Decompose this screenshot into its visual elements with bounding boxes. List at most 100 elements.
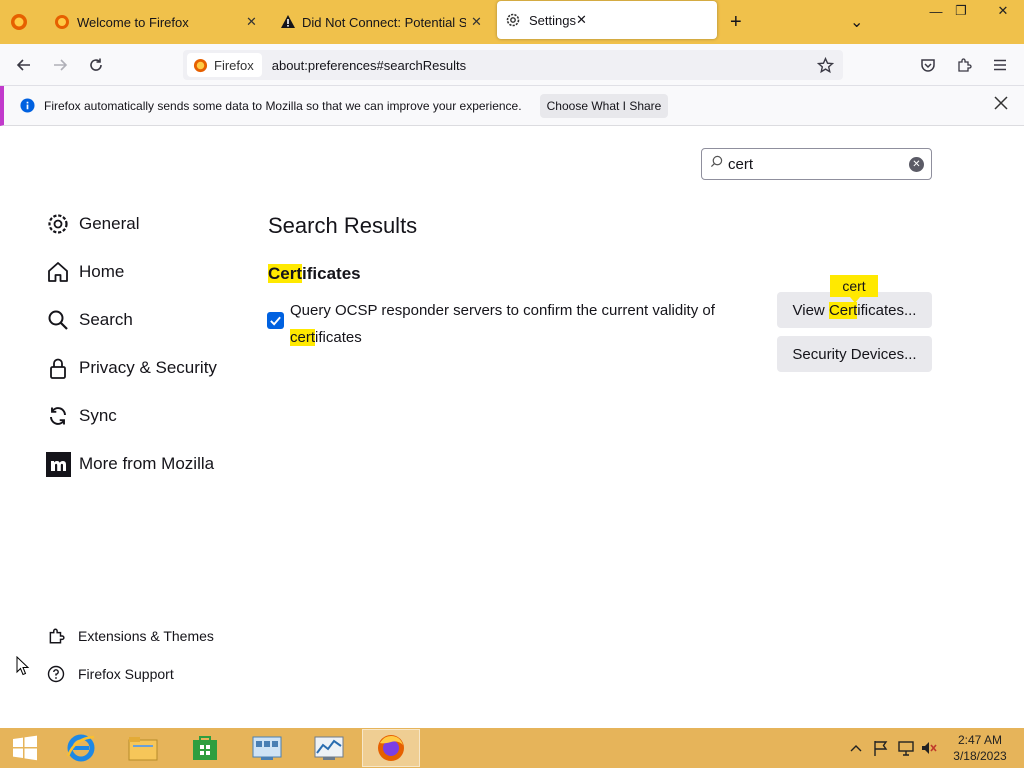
- warning-icon: [281, 15, 295, 28]
- search-highlight: Cert: [828, 301, 858, 319]
- search-highlight: cert: [290, 329, 316, 346]
- security-devices-button[interactable]: Security Devices...: [777, 336, 932, 372]
- close-tab-icon[interactable]: ✕: [576, 12, 587, 28]
- show-hidden-icons[interactable]: [850, 728, 862, 768]
- restore-button[interactable]: ❐: [945, 0, 977, 22]
- tab-bar: Welcome to Firefox ✕ Did Not Connect: Po…: [0, 0, 1024, 44]
- gear-icon: [506, 13, 520, 27]
- ocsp-checkbox[interactable]: [267, 312, 284, 329]
- sidebar-footer-label: Firefox Support: [78, 666, 174, 682]
- sidebar-item-search[interactable]: Search: [45, 307, 133, 333]
- info-icon: [20, 98, 35, 113]
- search-icon: [710, 155, 723, 171]
- tab-welcome[interactable]: Welcome to Firefox ✕: [54, 0, 264, 44]
- tab-title: Did Not Connect: Potential Security Issu…: [302, 14, 466, 30]
- reload-icon: [90, 58, 102, 71]
- close-icon[interactable]: [994, 94, 1008, 115]
- search-highlight: Cert: [268, 264, 303, 283]
- hamburger-menu-icon: [994, 59, 1006, 71]
- system-clock[interactable]: 2:47 AM 3/18/2023: [948, 732, 1012, 764]
- sidebar-item-label: General: [79, 214, 140, 233]
- sidebar-item-privacy[interactable]: Privacy & Security: [45, 355, 217, 381]
- button-label: View: [792, 301, 825, 319]
- control-panel-icon: [252, 736, 282, 760]
- help-icon: [46, 664, 66, 684]
- firefox-icon: [378, 735, 404, 761]
- settings-search-input[interactable]: cert ✕: [701, 148, 932, 180]
- tab-title: Settings: [529, 12, 576, 28]
- clock-date: 3/18/2023: [953, 749, 1007, 763]
- taskbar-file-explorer[interactable]: [114, 729, 172, 767]
- sidebar-item-label: More from Mozilla: [79, 454, 215, 473]
- search-value: cert: [728, 156, 754, 173]
- label-part: Query OCSP responder servers to confirm …: [290, 302, 715, 319]
- identity-label: Firefox: [214, 57, 254, 73]
- taskbar-control-panel[interactable]: [238, 729, 296, 767]
- button-label: ificates...: [857, 301, 917, 319]
- network-icon[interactable]: [897, 728, 915, 768]
- sidebar-extensions-themes[interactable]: Extensions & Themes: [46, 626, 214, 646]
- puzzle-icon: [46, 626, 66, 646]
- sidebar-item-more-from-mozilla[interactable]: More from Mozilla: [45, 451, 214, 477]
- nav-toolbar: Firefox about:preferences#searchResults: [0, 44, 1024, 86]
- chevron-up-icon: [850, 745, 862, 752]
- close-window-button[interactable]: ✕: [984, 0, 1022, 22]
- sidebar-item-label: Search: [79, 310, 133, 329]
- taskbar-performance-monitor[interactable]: [300, 729, 358, 767]
- reload-button[interactable]: [81, 44, 111, 86]
- clear-search-icon[interactable]: ✕: [909, 157, 924, 172]
- taskbar-firefox[interactable]: [362, 729, 420, 767]
- page-title: Search Results: [268, 213, 418, 238]
- forward-button[interactable]: [45, 44, 75, 86]
- tab-title: Welcome to Firefox: [77, 14, 189, 30]
- list-all-tabs-button[interactable]: ⌄: [850, 0, 866, 44]
- store-icon: [193, 736, 217, 760]
- extensions-button[interactable]: [949, 44, 979, 86]
- arrow-right-icon: [54, 59, 68, 71]
- sidebar-item-home[interactable]: Home: [45, 259, 124, 285]
- search-icon: [45, 307, 71, 333]
- taskbar-store[interactable]: [176, 729, 234, 767]
- internet-explorer-icon: [66, 734, 95, 762]
- url-bar[interactable]: Firefox about:preferences#searchResults: [183, 50, 843, 80]
- bookmark-star-icon[interactable]: [817, 57, 834, 74]
- volume-muted-icon[interactable]: [920, 728, 938, 768]
- identity-box[interactable]: Firefox: [187, 53, 262, 77]
- puzzle-icon: [958, 58, 972, 72]
- pocket-button[interactable]: [913, 44, 943, 86]
- choose-what-i-share-button[interactable]: Choose What I Share: [540, 94, 668, 118]
- back-button[interactable]: [9, 44, 39, 86]
- sidebar-firefox-support[interactable]: Firefox Support: [46, 664, 174, 684]
- tab-did-not-connect[interactable]: Did Not Connect: Potential Security Issu…: [280, 0, 490, 44]
- url-text[interactable]: about:preferences#searchResults: [272, 58, 466, 73]
- pocket-icon: [921, 59, 935, 72]
- sidebar-item-general[interactable]: General: [45, 211, 139, 237]
- app-menu-button[interactable]: [985, 44, 1015, 86]
- arrow-left-icon: [16, 59, 30, 71]
- sidebar-item-sync[interactable]: Sync: [45, 403, 117, 429]
- close-tab-icon[interactable]: ✕: [246, 14, 257, 30]
- new-tab-button[interactable]: +: [730, 0, 750, 44]
- firefox-icon: [193, 58, 208, 72]
- firefox-icon: [55, 15, 69, 29]
- folder-icon: [128, 737, 158, 761]
- start-button[interactable]: [0, 729, 50, 767]
- lock-icon: [45, 355, 71, 381]
- firefox-icon: [11, 14, 27, 30]
- home-icon: [45, 259, 71, 285]
- search-tooltip: cert: [830, 275, 878, 303]
- firefox-view-button[interactable]: [10, 0, 38, 44]
- action-center-icon[interactable]: [872, 728, 890, 768]
- ocsp-checkbox-label[interactable]: Query OCSP responder servers to confirm …: [290, 297, 730, 351]
- section-title-rest: ificates: [302, 264, 361, 283]
- sidebar-item-label: Home: [79, 262, 125, 281]
- tab-settings[interactable]: Settings ✕: [497, 1, 717, 39]
- close-tab-icon[interactable]: ✕: [471, 14, 482, 30]
- mozilla-icon: [45, 451, 71, 477]
- mouse-cursor-icon: [16, 656, 30, 676]
- notification-message: Firefox automatically sends some data to…: [44, 99, 522, 113]
- taskbar: 2:47 AM 3/18/2023: [0, 728, 1024, 768]
- label-part: ificates: [315, 329, 362, 346]
- taskbar-internet-explorer[interactable]: [52, 729, 110, 767]
- performance-monitor-icon: [314, 736, 344, 760]
